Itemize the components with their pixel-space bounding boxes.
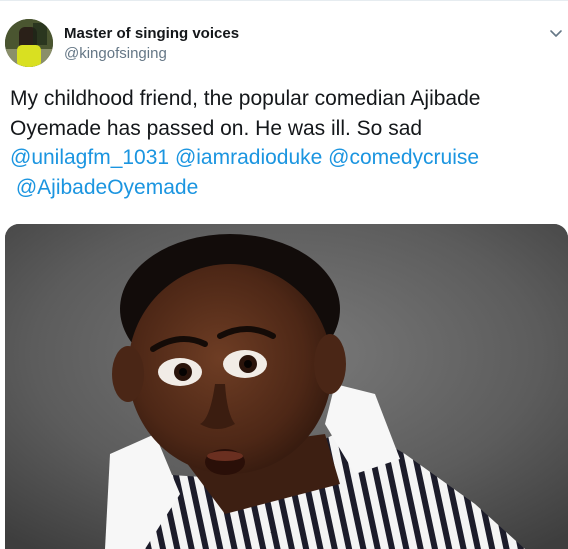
tweet-text-line-1: My childhood friend, the popular comedia…: [10, 87, 481, 110]
chevron-down-icon[interactable]: [548, 25, 564, 41]
tweet-text-line-2: Oyemade has passed on. He was ill. So sa…: [10, 116, 423, 140]
author-handle[interactable]: @kingofsinging: [64, 45, 167, 62]
author-display-name[interactable]: Master of singing voices: [64, 25, 239, 42]
tweet-photo[interactable]: [5, 224, 568, 549]
mention-link[interactable]: @iamradioduke: [175, 146, 322, 169]
tweet-card[interactable]: Master of singing voices @kingofsinging …: [0, 0, 568, 549]
tweet-text: My childhood friend, the popular comedia…: [10, 84, 560, 202]
avatar-image: [5, 19, 53, 67]
portrait-photo: [5, 224, 568, 549]
mention-link[interactable]: @AjibadeOyemade: [16, 176, 198, 199]
mention-link[interactable]: @unilagfm_1031: [10, 146, 169, 169]
tweet-mentions-line-2: @AjibadeOyemade: [10, 173, 560, 203]
tweet-mentions-line-1: @unilagfm_1031 @iamradioduke @comedycrui…: [10, 143, 560, 173]
mention-link[interactable]: @comedycruise: [328, 146, 479, 169]
avatar[interactable]: [5, 19, 53, 67]
